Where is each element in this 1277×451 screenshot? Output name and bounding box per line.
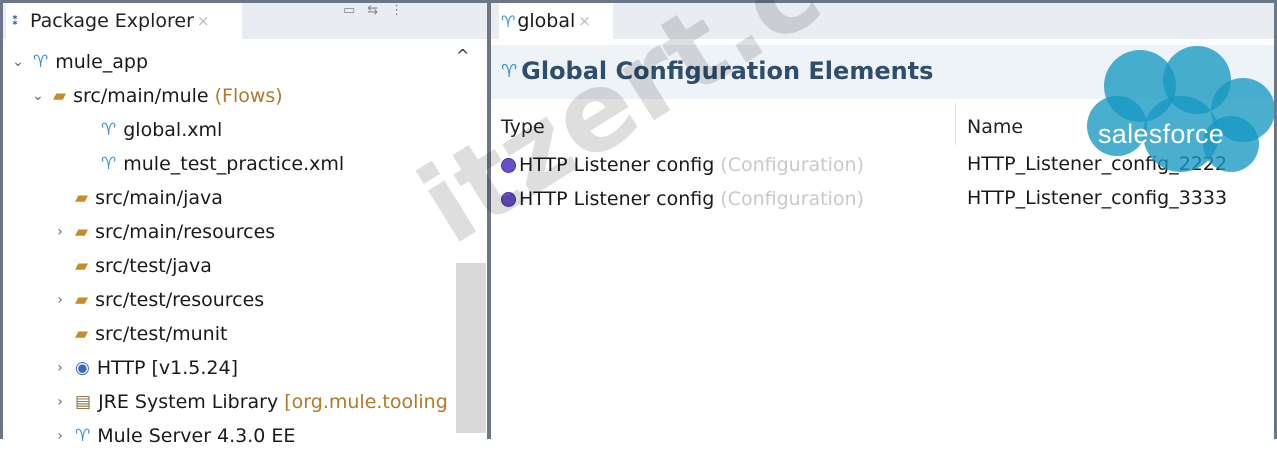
tree-item-label: src/main/resources xyxy=(95,221,276,243)
package-explorer-view: ⁑ Package Explorer × ▭ ⇆ ⋮ ⌄ ♈ mule_app … xyxy=(3,3,487,447)
salesforce-logo-text: salesforce xyxy=(1098,119,1225,149)
column-header-name[interactable]: Name xyxy=(967,116,1023,138)
tab-global-label: global xyxy=(517,10,576,32)
chevron-right-icon[interactable]: › xyxy=(53,292,67,308)
tree-item-global-xml[interactable]: ♈ global.xml xyxy=(101,115,222,145)
tab-package-explorer[interactable]: ⁑ Package Explorer × xyxy=(6,3,242,39)
tab-global[interactable]: ♈ global × xyxy=(499,3,613,39)
vertical-scrollbar-thumb[interactable] xyxy=(456,263,486,433)
library-icon: ▤ xyxy=(75,392,92,412)
mule-project-icon: ♈ xyxy=(33,52,49,72)
mule-config-icon: ♈ xyxy=(501,60,518,82)
chevron-right-icon[interactable]: › xyxy=(53,360,67,376)
tree-item-http-connector[interactable]: › ◉ HTTP [v1.5.24] xyxy=(53,353,238,383)
mule-server-icon: ♈ xyxy=(75,426,91,446)
tree-item-src-main-java[interactable]: ▰ src/main/java xyxy=(75,183,223,213)
config-category: (Configuration) xyxy=(720,188,864,210)
tree-item-label: mule_test_practice.xml xyxy=(123,153,345,175)
collapse-all-icon[interactable]: ▭ xyxy=(343,3,355,21)
package-folder-icon: ▰ xyxy=(75,188,89,208)
tree-item-label: JRE System Library xyxy=(98,391,279,413)
tree-item-src-test-munit[interactable]: ▰ src/test/munit xyxy=(75,319,227,349)
view-menu-icon[interactable]: ⋮ xyxy=(390,3,403,21)
config-name[interactable]: HTTP_Listener_config_3333 xyxy=(967,187,1227,209)
source-folder-icon: ▰ xyxy=(75,324,89,344)
package-explorer-icon: ⁑ xyxy=(12,14,19,28)
close-icon[interactable]: × xyxy=(578,12,591,30)
tree-item-label: src/test/resources xyxy=(95,289,265,311)
chevron-down-icon[interactable]: ⌄ xyxy=(11,54,25,70)
tree-item-mule-test-practice-xml[interactable]: ♈ mule_test_practice.xml xyxy=(101,149,344,179)
scroll-up-icon[interactable]: ^ xyxy=(456,46,469,65)
tab-package-explorer-label: Package Explorer xyxy=(30,10,194,32)
chevron-right-icon[interactable]: › xyxy=(53,224,67,240)
tree-item-label: mule_app xyxy=(55,51,149,73)
project-tree: ⌄ ♈ mule_app ⌄ ▰ src/main/mule (Flows) ♈… xyxy=(3,43,487,447)
package-folder-icon: ▰ xyxy=(75,222,89,242)
tree-item-label: Mule Server 4.3.0 EE xyxy=(97,425,296,447)
tree-item-mule-app[interactable]: ⌄ ♈ mule_app xyxy=(11,47,148,77)
salesforce-logo-icon xyxy=(1087,46,1274,172)
tree-item-src-test-resources[interactable]: › ▰ src/test/resources xyxy=(53,285,264,315)
tree-item-src-test-java[interactable]: ▰ src/test/java xyxy=(75,251,212,281)
tree-item-decoration: (Flows) xyxy=(214,85,283,107)
view-toolbar: ▭ ⇆ ⋮ xyxy=(343,3,403,21)
package-folder-icon: ▰ xyxy=(75,256,89,276)
column-separator[interactable] xyxy=(955,103,956,145)
tree-item-jre-library[interactable]: › ▤ JRE System Library [org.mule.tooling xyxy=(53,387,448,417)
connector-icon: ◉ xyxy=(75,358,90,378)
tree-item-label: src/main/mule xyxy=(73,85,209,107)
source-folder-icon: ▰ xyxy=(53,86,67,106)
package-explorer-tabbar: ⁑ Package Explorer × ▭ ⇆ ⋮ xyxy=(3,3,487,39)
tree-item-mule-server[interactable]: › ♈ Mule Server 4.3.0 EE xyxy=(53,421,295,451)
mule-config-icon: ♈ xyxy=(501,11,516,31)
chevron-down-icon[interactable]: ⌄ xyxy=(31,88,45,104)
link-editor-icon[interactable]: ⇆ xyxy=(367,3,378,21)
mule-config-icon: ♈ xyxy=(101,120,117,140)
tree-item-label: src/main/java xyxy=(95,187,223,209)
tree-item-src-main-mule[interactable]: ⌄ ▰ src/main/mule (Flows) xyxy=(31,81,283,111)
tree-item-label: global.xml xyxy=(123,119,223,141)
tree-item-decoration: [org.mule.tooling xyxy=(284,391,448,413)
chevron-right-icon[interactable]: › xyxy=(53,394,67,410)
tree-item-label: src/test/munit xyxy=(95,323,228,345)
config-category: (Configuration) xyxy=(720,154,864,176)
tree-item-label: src/test/java xyxy=(95,255,212,277)
package-folder-icon: ▰ xyxy=(75,290,89,310)
tree-item-label: HTTP [v1.5.24] xyxy=(96,357,239,379)
close-icon[interactable]: × xyxy=(197,12,210,30)
mule-config-icon: ♈ xyxy=(101,154,117,174)
ide-window: ⁑ Package Explorer × ▭ ⇆ ⋮ ⌄ ♈ mule_app … xyxy=(0,0,1277,447)
chevron-right-icon[interactable]: › xyxy=(53,428,67,444)
tree-item-src-main-resources[interactable]: › ▰ src/main/resources xyxy=(53,217,275,247)
